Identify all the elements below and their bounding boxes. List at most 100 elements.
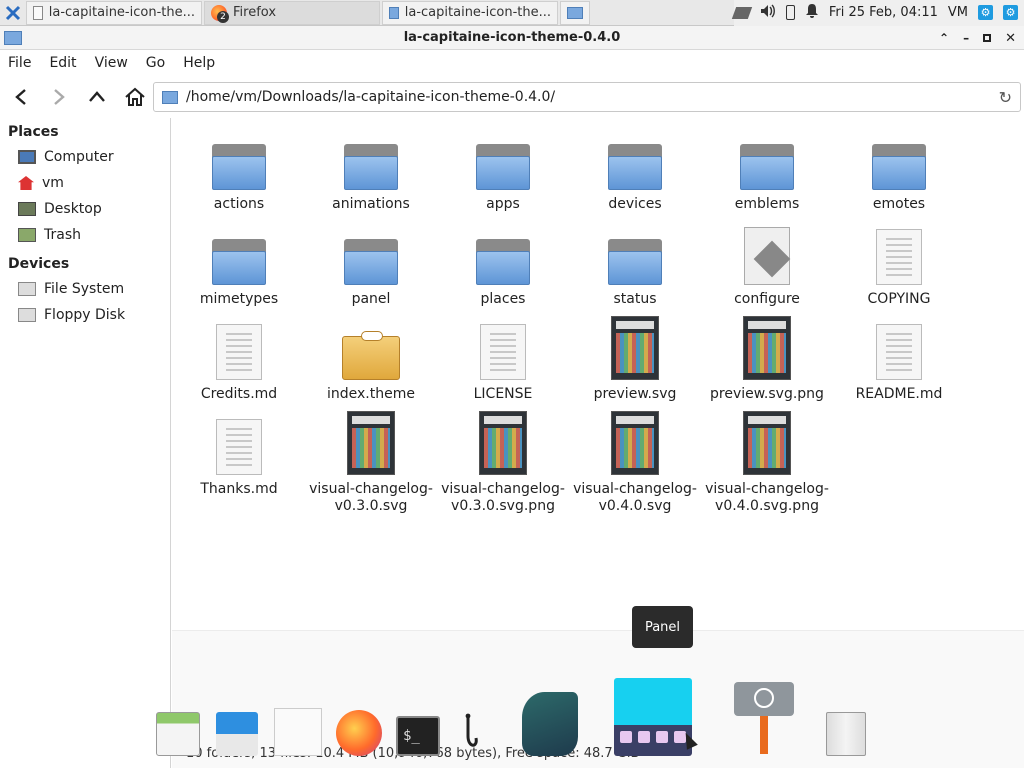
notification-bell-icon[interactable] [805, 3, 819, 22]
file-item[interactable]: emotes [833, 126, 965, 213]
file-item[interactable]: mimetypes [173, 221, 305, 308]
settings-gear-icon[interactable]: ⚙ [1003, 5, 1018, 20]
file-name: visual-changelog-v0.4.0.svg [573, 481, 697, 514]
menu-go[interactable]: Go [146, 55, 165, 71]
file-name: animations [332, 196, 410, 212]
sidebar-item-trash[interactable]: Trash [0, 222, 170, 248]
menu-edit[interactable]: Edit [49, 55, 76, 71]
text-file-icon [867, 316, 931, 380]
maximize-icon[interactable] [983, 34, 992, 42]
file-item[interactable]: animations [305, 126, 437, 213]
file-item[interactable]: devices [569, 126, 701, 213]
file-item[interactable]: visual-changelog-v0.3.0.svg [305, 411, 437, 515]
terminal-app-icon[interactable]: $_ [396, 716, 440, 756]
file-item[interactable]: preview.svg [569, 316, 701, 403]
file-item[interactable]: configure [701, 221, 833, 308]
sidebar-item-vm[interactable]: vm [0, 170, 170, 196]
task-label: Firefox [233, 5, 277, 20]
minimize-icon[interactable]: – [963, 31, 969, 45]
firefox-icon[interactable] [336, 710, 382, 756]
text-file-icon [207, 316, 271, 380]
task-label: la-capitaine-icon-the... [404, 5, 551, 20]
settings-gear-icon[interactable]: ⚙ [978, 5, 993, 20]
file-item[interactable]: Credits.md [173, 316, 305, 403]
task-button-folder[interactable]: la-capitaine-icon-the... [382, 0, 558, 25]
file-name: COPYING [867, 291, 931, 307]
file-name: index.theme [327, 386, 415, 402]
devices-header: Devices [8, 256, 70, 272]
system-tray: Fri 25 Feb, 04:11 VM ⚙ ⚙ [731, 0, 1024, 26]
file-item[interactable]: visual-changelog-v0.3.0.svg.png [437, 411, 569, 515]
file-item[interactable]: visual-changelog-v0.4.0.svg [569, 411, 701, 515]
file-item[interactable]: apps [437, 126, 569, 213]
battery-icon[interactable] [785, 5, 795, 20]
window-controls: ⌃ – ✕ [939, 26, 1016, 50]
notes-app-icon[interactable] [274, 708, 322, 756]
hammer-tool-icon[interactable] [732, 682, 796, 756]
file-item[interactable]: README.md [833, 316, 965, 403]
pen-tool-icon[interactable] [462, 712, 482, 756]
forward-button[interactable] [46, 84, 72, 110]
sidebar-item-label: Desktop [44, 201, 102, 217]
file-name: LICENSE [473, 386, 533, 402]
desktop-icon [18, 202, 36, 216]
menu-view[interactable]: View [95, 55, 128, 71]
file-item[interactable]: places [437, 221, 569, 308]
file-item[interactable]: COPYING [833, 221, 965, 308]
task-button-small[interactable] [560, 0, 590, 25]
reload-icon[interactable]: ↻ [999, 88, 1012, 107]
file-name: devices [608, 196, 662, 212]
sidebar-item-file-system[interactable]: File System [0, 276, 170, 302]
panel-app-icon[interactable] [614, 678, 692, 756]
folder-icon [603, 221, 667, 285]
image-thumbnail-icon [603, 316, 667, 380]
task-button-file-manager[interactable]: la-capitaine-icon-the... [26, 0, 202, 25]
sidebar-item-floppy-disk[interactable]: Floppy Disk [0, 302, 170, 328]
media-player-icon[interactable] [522, 692, 578, 756]
home-button[interactable] [122, 84, 148, 110]
file-name: emblems [734, 196, 800, 212]
trash-icon [18, 228, 36, 242]
image-thumbnail-icon [735, 316, 799, 380]
file-name: emotes [872, 196, 926, 212]
mail-app-icon[interactable] [216, 712, 258, 756]
file-item[interactable]: index.theme [305, 316, 437, 403]
folder-icon [567, 6, 583, 19]
file-item[interactable]: LICENSE [437, 316, 569, 403]
user-label[interactable]: VM [948, 5, 968, 20]
file-item[interactable]: emblems [701, 126, 833, 213]
volume-icon[interactable] [760, 4, 776, 22]
archive-app-icon[interactable] [826, 712, 866, 756]
menu-file[interactable]: File [8, 55, 31, 71]
file-name: panel [351, 291, 391, 307]
sidebar-item-desktop[interactable]: Desktop [0, 196, 170, 222]
back-button[interactable] [8, 84, 34, 110]
location-bar[interactable]: /home/vm/Downloads/la-capitaine-icon-the… [153, 82, 1021, 112]
file-item[interactable]: preview.svg.png [701, 316, 833, 403]
app-menu-icon[interactable] [0, 1, 26, 25]
calendar-app-icon[interactable] [156, 712, 200, 756]
task-button-firefox[interactable]: 2 Firefox [204, 0, 380, 25]
clock[interactable]: Fri 25 Feb, 04:11 [829, 5, 938, 20]
panel-dot [656, 731, 668, 743]
file-item[interactable]: actions [173, 126, 305, 213]
home-icon [18, 176, 34, 190]
shade-icon[interactable]: ⌃ [939, 31, 949, 45]
location-path: /home/vm/Downloads/la-capitaine-icon-the… [186, 89, 556, 105]
sidebar-item-computer[interactable]: Computer [0, 144, 170, 170]
folder-icon [339, 221, 403, 285]
firefox-icon: 2 [211, 4, 229, 23]
image-thumbnail-icon [603, 411, 667, 475]
close-icon[interactable]: ✕ [1005, 31, 1016, 46]
file-item[interactable]: Thanks.md [173, 411, 305, 498]
file-item[interactable]: panel [305, 221, 437, 308]
file-item[interactable]: visual-changelog-v0.4.0.svg.png [701, 411, 833, 515]
menu-help[interactable]: Help [183, 55, 215, 71]
network-icon[interactable] [731, 6, 753, 19]
parent-folder-button[interactable] [84, 84, 110, 110]
file-view[interactable]: actions animations apps devices emblems … [172, 118, 1024, 630]
window-folder-icon [4, 31, 22, 45]
folder-icon [207, 126, 271, 190]
file-item[interactable]: status [569, 221, 701, 308]
panel-dot [620, 731, 632, 743]
